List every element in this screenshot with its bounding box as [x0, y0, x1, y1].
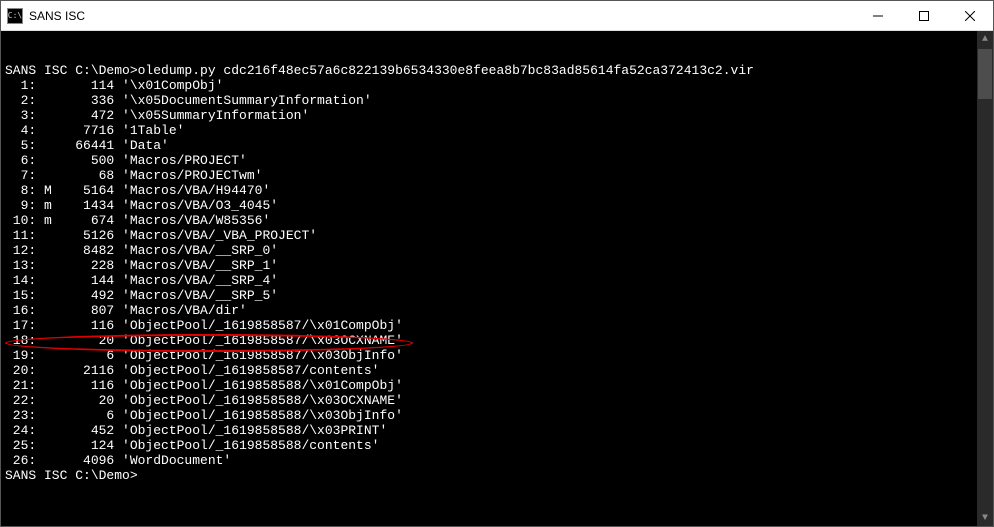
scroll-down-arrow[interactable]: ▼: [977, 510, 993, 526]
terminal-line: 25: 124 'ObjectPool/_1619858588/contents…: [5, 438, 993, 453]
terminal-line: 9: m 1434 'Macros/VBA/O3_4045': [5, 198, 993, 213]
terminal-line: 11: 5126 'Macros/VBA/_VBA_PROJECT': [5, 228, 993, 243]
scrollbar[interactable]: ▲ ▼: [977, 31, 993, 526]
terminal-line: 20: 2116 'ObjectPool/_1619858587/content…: [5, 363, 993, 378]
terminal-line: 15: 492 'Macros/VBA/__SRP_5': [5, 288, 993, 303]
terminal-line: 13: 228 'Macros/VBA/__SRP_1': [5, 258, 993, 273]
terminal-line: 23: 6 'ObjectPool/_1619858588/\x03ObjInf…: [5, 408, 993, 423]
terminal-line: 10: m 674 'Macros/VBA/W85356': [5, 213, 993, 228]
window-title: SANS ISC: [29, 9, 855, 23]
terminal-line: 14: 144 'Macros/VBA/__SRP_4': [5, 273, 993, 288]
titlebar: C:\ SANS ISC: [1, 1, 993, 31]
terminal-line: SANS ISC C:\Demo>oledump.py cdc216f48ec5…: [5, 63, 993, 78]
terminal-body[interactable]: SANS ISC C:\Demo>oledump.py cdc216f48ec5…: [1, 31, 993, 526]
terminal-line: 21: 116 'ObjectPool/_1619858588/\x01Comp…: [5, 378, 993, 393]
terminal-line: 12: 8482 'Macros/VBA/__SRP_0': [5, 243, 993, 258]
window-controls: [855, 1, 993, 30]
terminal-line: 4: 7716 '1Table': [5, 123, 993, 138]
scroll-thumb[interactable]: [978, 49, 992, 99]
terminal-line: 2: 336 '\x05DocumentSummaryInformation': [5, 93, 993, 108]
terminal-line: 17: 116 'ObjectPool/_1619858587/\x01Comp…: [5, 318, 993, 333]
scroll-up-arrow[interactable]: ▲: [977, 31, 993, 47]
terminal-line: 19: 6 'ObjectPool/_1619858587/\x03ObjInf…: [5, 348, 993, 363]
terminal-output: SANS ISC C:\Demo>oledump.py cdc216f48ec5…: [5, 63, 993, 483]
terminal-line: 26: 4096 'WordDocument': [5, 453, 993, 468]
terminal-line: 16: 807 'Macros/VBA/dir': [5, 303, 993, 318]
terminal-line: 6: 500 'Macros/PROJECT': [5, 153, 993, 168]
terminal-window: C:\ SANS ISC SANS ISC C:\Demo>oledump.py…: [0, 0, 994, 527]
terminal-line: 3: 472 '\x05SummaryInformation': [5, 108, 993, 123]
terminal-line: 1: 114 '\x01CompObj': [5, 78, 993, 93]
terminal-line: 24: 452 'ObjectPool/_1619858588/\x03PRIN…: [5, 423, 993, 438]
maximize-button[interactable]: [901, 1, 947, 30]
terminal-line: 5: 66441 'Data': [5, 138, 993, 153]
close-button[interactable]: [947, 1, 993, 30]
terminal-line: 7: 68 'Macros/PROJECTwm': [5, 168, 993, 183]
minimize-button[interactable]: [855, 1, 901, 30]
terminal-line: SANS ISC C:\Demo>: [5, 468, 993, 483]
terminal-line: 22: 20 'ObjectPool/_1619858588/\x03OCXNA…: [5, 393, 993, 408]
terminal-line: 8: M 5164 'Macros/VBA/H94470': [5, 183, 993, 198]
app-icon: C:\: [7, 8, 23, 24]
terminal-line: 18: 20 'ObjectPool/_1619858587/\x03OCXNA…: [5, 333, 993, 348]
